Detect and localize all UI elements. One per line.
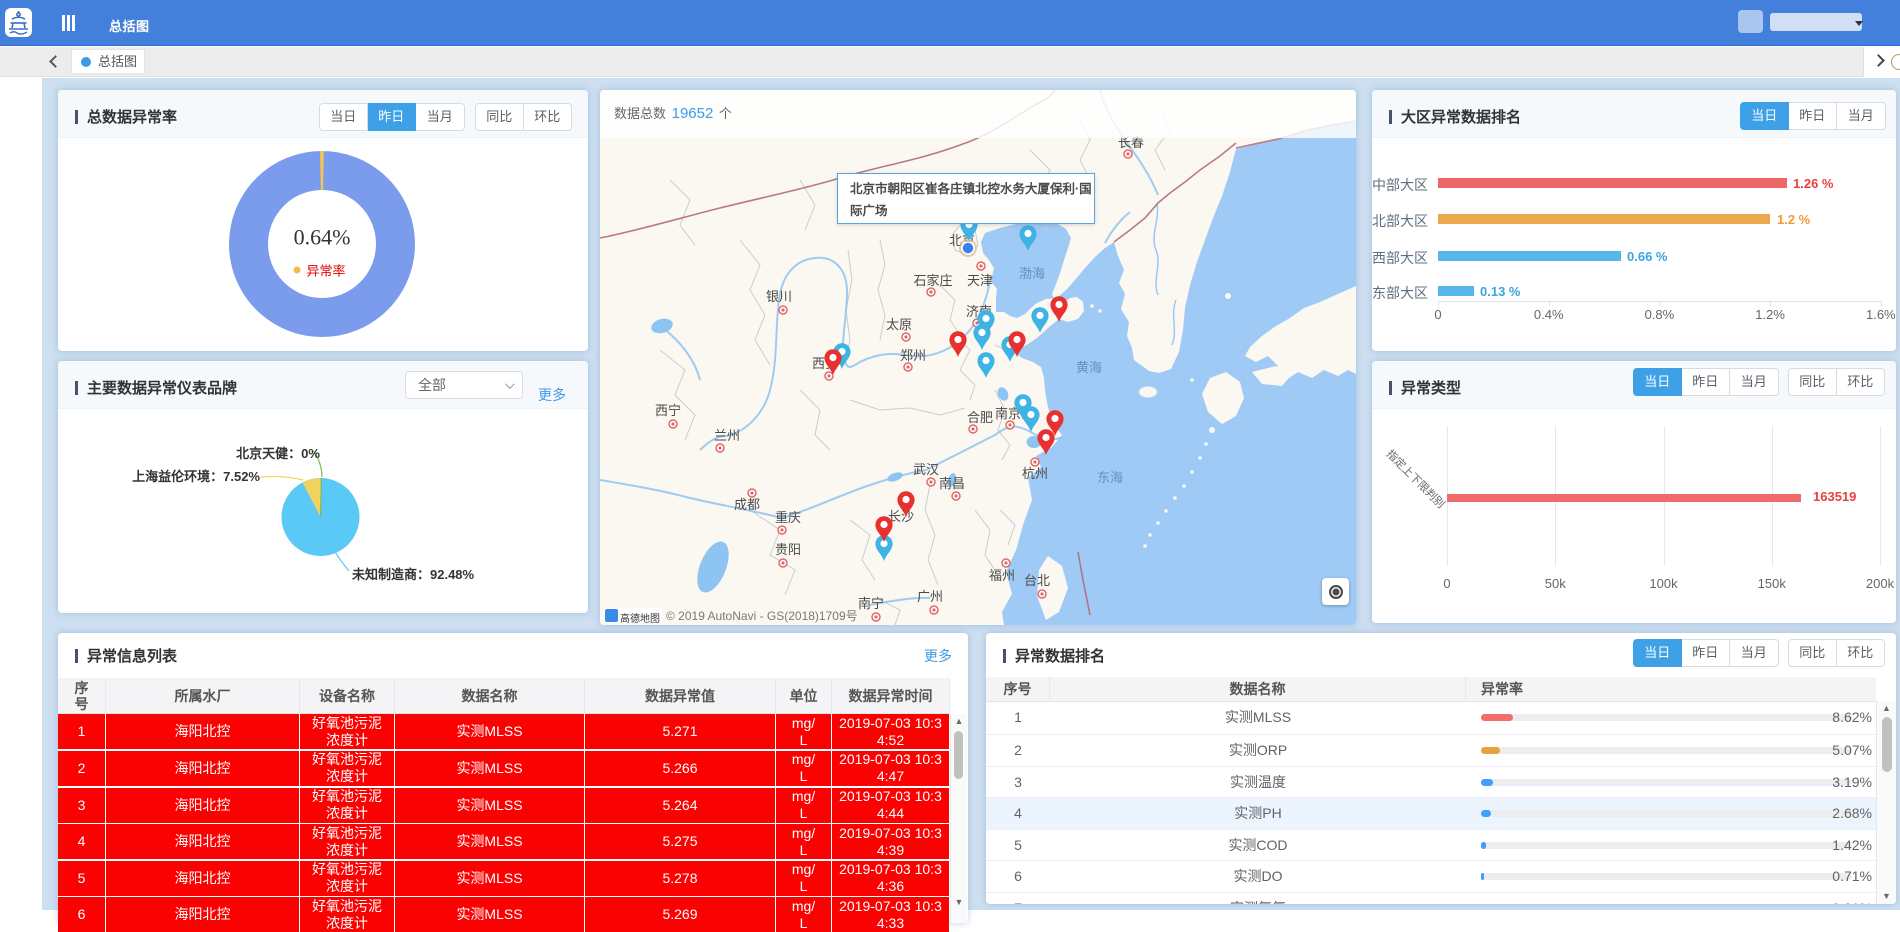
svg-text:台北: 台北 bbox=[1024, 573, 1050, 588]
svg-text:北京天健：0%: 北京天健：0% bbox=[236, 446, 320, 461]
svg-text:南昌: 南昌 bbox=[939, 476, 965, 491]
svg-text:成都: 成都 bbox=[734, 497, 760, 512]
svg-text:兰州: 兰州 bbox=[714, 428, 740, 443]
svg-text:上海益伦环境：7.52%: 上海益伦环境：7.52% bbox=[132, 469, 260, 484]
svg-text:东海: 东海 bbox=[1097, 470, 1123, 485]
svg-text:郑州: 郑州 bbox=[900, 348, 926, 363]
svg-text:武汉: 武汉 bbox=[913, 462, 939, 477]
svg-text:渤海: 渤海 bbox=[1019, 266, 1045, 281]
svg-text:福州: 福州 bbox=[989, 568, 1015, 583]
svg-text:天津: 天津 bbox=[967, 273, 993, 288]
svg-text:石家庄: 石家庄 bbox=[913, 273, 952, 288]
svg-text:黄海: 黄海 bbox=[1076, 360, 1102, 375]
svg-text:合肥: 合肥 bbox=[967, 410, 993, 425]
svg-text:太原: 太原 bbox=[886, 317, 912, 332]
svg-text:重庆: 重庆 bbox=[775, 510, 801, 525]
svg-text:0.64%: 0.64% bbox=[294, 225, 351, 250]
svg-text:杭州: 杭州 bbox=[1022, 466, 1048, 481]
svg-text:银川: 银川 bbox=[766, 289, 792, 304]
svg-text:广州: 广州 bbox=[917, 589, 943, 604]
svg-text:贵阳: 贵阳 bbox=[775, 542, 801, 557]
svg-text:异常率: 异常率 bbox=[307, 264, 346, 279]
svg-text:西宁: 西宁 bbox=[655, 403, 681, 418]
svg-text:未知制造商：92.48%: 未知制造商：92.48% bbox=[351, 567, 475, 582]
